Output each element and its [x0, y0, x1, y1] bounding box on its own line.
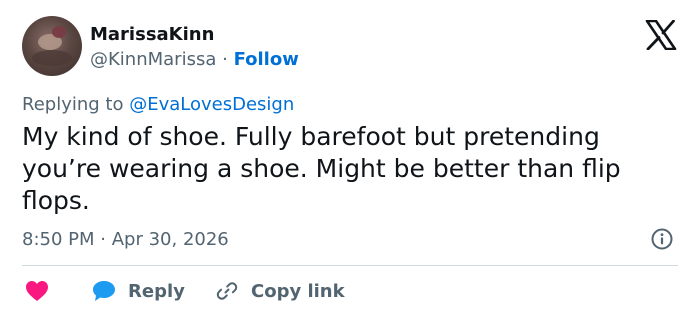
heart-icon — [26, 281, 48, 301]
author-handle[interactable]: @KinnMarissa — [90, 49, 216, 70]
tweet-timestamp[interactable]: 8:50 PM · Apr 30, 2026 — [22, 229, 229, 250]
copy-link-label: Copy link — [251, 280, 345, 302]
follow-button[interactable]: Follow — [234, 49, 299, 70]
tweet-date: Apr 30, 2026 — [111, 229, 229, 250]
reply-label: Reply — [128, 280, 185, 302]
avatar-shape — [52, 26, 66, 38]
author-handle-line: @KinnMarissa · Follow — [90, 49, 299, 70]
separator-dot: · — [222, 49, 228, 70]
copy-link-button[interactable]: Copy link — [215, 277, 345, 305]
separator-dot: · — [100, 229, 106, 250]
reply-button[interactable]: Reply — [92, 277, 185, 305]
replying-to-line: Replying to @EvaLovesDesign — [22, 94, 294, 115]
info-icon[interactable] — [650, 227, 674, 251]
avatar[interactable] — [22, 16, 82, 76]
tweet-card: MarissaKinn @KinnMarissa · Follow Replyi… — [0, 0, 700, 318]
avatar-shape — [32, 50, 72, 66]
replying-to-prefix: Replying to — [22, 94, 124, 115]
x-logo-icon[interactable] — [645, 20, 677, 50]
replying-to-mention[interactable]: @EvaLovesDesign — [129, 94, 294, 115]
tweet-text: My kind of shoe. Fully barefoot but pret… — [22, 122, 621, 215]
link-icon — [216, 282, 238, 300]
speech-bubble-icon — [93, 281, 115, 301]
like-button[interactable] — [25, 277, 49, 305]
author-display-name[interactable]: MarissaKinn — [90, 24, 214, 45]
tweet-time: 8:50 PM — [22, 229, 95, 250]
divider — [22, 265, 678, 266]
